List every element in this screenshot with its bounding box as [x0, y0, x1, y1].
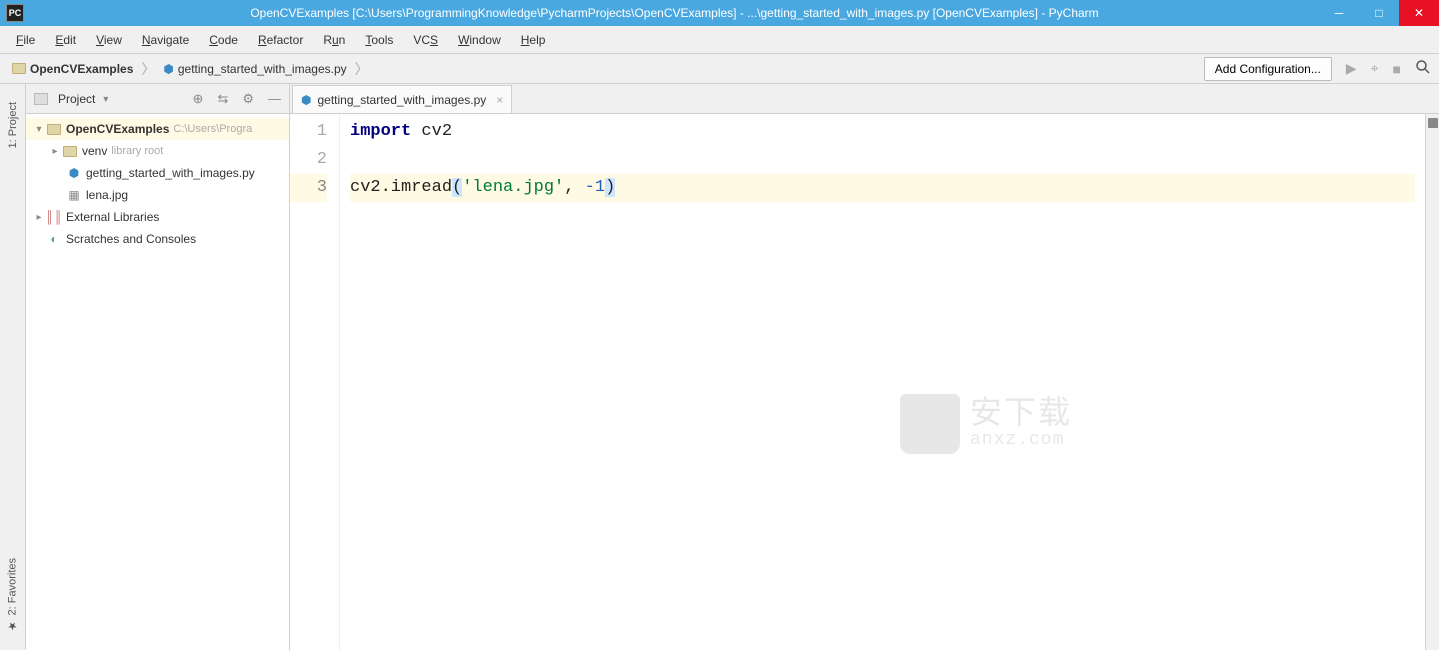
debug-icon[interactable]: ⌖: [1371, 60, 1379, 77]
tree-root[interactable]: ▾ OpenCVExamples C:\Users\Progra: [26, 118, 289, 140]
menu-refactor[interactable]: Refactor: [250, 30, 311, 50]
tree-file-py-label: getting_started_with_images.py: [86, 166, 255, 180]
code-line-current[interactable]: cv2.imread('lena.jpg', -1): [350, 174, 1415, 202]
libraries-icon: ║║: [46, 210, 62, 224]
window-title: OpenCVExamples [C:\Users\ProgrammingKnow…: [30, 6, 1319, 20]
close-tab-icon[interactable]: ×: [496, 93, 503, 107]
tree-ext-lib-label: External Libraries: [66, 210, 159, 224]
menu-navigate[interactable]: Navigate: [134, 30, 197, 50]
tree-scratches[interactable]: ◐ Scratches and Consoles: [26, 228, 289, 250]
line-number: 1: [290, 118, 327, 146]
tree-root-label: OpenCVExamples: [66, 122, 169, 136]
tree-file-py[interactable]: ⬢ getting_started_with_images.py: [26, 162, 289, 184]
menu-vcs[interactable]: VCS: [405, 30, 446, 50]
gear-icon[interactable]: ⚙: [242, 91, 254, 107]
tree-external-libraries[interactable]: ▸ ║║ External Libraries: [26, 206, 289, 228]
run-toolbar: ▶ ⌖ ■: [1346, 59, 1431, 78]
breadcrumb-project-label: OpenCVExamples: [30, 62, 133, 76]
search-icon[interactable]: [1415, 59, 1431, 78]
app-icon: PC: [6, 4, 24, 22]
minimize-button[interactable]: ─: [1319, 0, 1359, 26]
code-line[interactable]: import cv2: [350, 118, 1415, 146]
folder-icon: [12, 63, 26, 74]
chevron-right-icon: 〉: [139, 59, 157, 79]
editor-tabs: ⬢ getting_started_with_images.py ×: [290, 84, 1439, 114]
navigation-bar: OpenCVExamples 〉 ⬢ getting_started_with_…: [0, 54, 1439, 84]
python-file-icon: ⬢: [163, 62, 173, 76]
close-button[interactable]: ✕: [1399, 0, 1439, 26]
sidebar-favorites-label: 2: Favorites: [7, 558, 19, 615]
hide-icon[interactable]: —: [268, 91, 281, 106]
tree-venv[interactable]: ▸ venv library root: [26, 140, 289, 162]
star-icon: ★: [6, 619, 19, 632]
editor-right-gutter[interactable]: [1425, 114, 1439, 650]
menu-edit[interactable]: Edit: [47, 30, 84, 50]
line-number: 3: [290, 174, 327, 202]
menu-window[interactable]: Window: [450, 30, 509, 50]
tree-venv-label: venv: [82, 144, 107, 158]
editor-tab-label: getting_started_with_images.py: [317, 93, 486, 107]
editor-tab[interactable]: ⬢ getting_started_with_images.py ×: [292, 85, 512, 113]
project-panel: Project ▼ ⊕ ⇆ ⚙ — ▾ OpenCVExamples C:\Us…: [26, 84, 290, 650]
stop-icon[interactable]: ■: [1393, 61, 1401, 77]
breadcrumb-file[interactable]: ⬢ getting_started_with_images.py: [159, 60, 350, 78]
expand-arrow-icon[interactable]: ▸: [48, 146, 62, 157]
locate-icon[interactable]: ⊕: [193, 91, 204, 107]
menu-run[interactable]: Run: [315, 30, 353, 50]
chevron-right-icon: 〉: [353, 59, 371, 79]
left-tool-strip: 1: Project ★ 2: Favorites: [0, 84, 26, 650]
tree-root-hint: C:\Users\Progra: [173, 123, 252, 135]
sidebar-tab-favorites[interactable]: ★ 2: Favorites: [4, 552, 21, 638]
folder-icon: [62, 146, 78, 157]
code-line[interactable]: [350, 146, 1415, 174]
menu-bar: File Edit View Navigate Code Refactor Ru…: [0, 26, 1439, 54]
menu-view[interactable]: View: [88, 30, 130, 50]
folder-icon: [46, 124, 62, 135]
python-file-icon: ⬢: [301, 93, 311, 107]
project-tree: ▾ OpenCVExamples C:\Users\Progra ▸ venv …: [26, 114, 289, 254]
tree-scratches-label: Scratches and Consoles: [66, 232, 196, 246]
scratches-icon: ◐: [46, 232, 62, 246]
python-file-icon: ⬢: [66, 166, 82, 180]
code-editor[interactable]: 1 2 3 import cv2 cv2.imread('lena.jpg', …: [290, 114, 1439, 650]
tree-venv-hint: library root: [111, 145, 163, 157]
panel-title: Project: [58, 92, 95, 106]
menu-file[interactable]: File: [8, 30, 43, 50]
chevron-down-icon[interactable]: ▼: [101, 94, 110, 104]
maximize-button[interactable]: □: [1359, 0, 1399, 26]
expand-icon[interactable]: ⇆: [217, 91, 228, 107]
line-number: 2: [290, 146, 327, 174]
tree-file-image-label: lena.jpg: [86, 188, 128, 202]
sidebar-tab-project[interactable]: 1: Project: [5, 96, 21, 154]
menu-code[interactable]: Code: [201, 30, 246, 50]
panel-icon: [34, 93, 48, 105]
main-area: 1: Project ★ 2: Favorites Project ▼ ⊕ ⇆ …: [0, 84, 1439, 650]
window-controls: ─ □ ✕: [1319, 0, 1439, 26]
line-number-gutter: 1 2 3: [290, 114, 340, 650]
menu-tools[interactable]: Tools: [357, 30, 401, 50]
run-icon[interactable]: ▶: [1346, 60, 1357, 77]
add-configuration-button[interactable]: Add Configuration...: [1204, 57, 1332, 81]
image-file-icon: ▦: [66, 188, 82, 202]
expand-arrow-icon[interactable]: ▸: [32, 212, 46, 223]
breadcrumb-file-label: getting_started_with_images.py: [178, 62, 347, 76]
breadcrumb-project[interactable]: OpenCVExamples: [8, 60, 137, 78]
editor-area: ⬢ getting_started_with_images.py × 1 2 3…: [290, 84, 1439, 650]
project-panel-header: Project ▼ ⊕ ⇆ ⚙ —: [26, 84, 289, 114]
code-content[interactable]: import cv2 cv2.imread('lena.jpg', -1): [340, 114, 1425, 650]
menu-help[interactable]: Help: [513, 30, 554, 50]
tree-file-image[interactable]: ▦ lena.jpg: [26, 184, 289, 206]
analysis-marker-icon: [1428, 118, 1438, 128]
expand-arrow-icon[interactable]: ▾: [32, 124, 46, 135]
title-bar: PC OpenCVExamples [C:\Users\ProgrammingK…: [0, 0, 1439, 26]
breadcrumb: OpenCVExamples 〉 ⬢ getting_started_with_…: [8, 59, 371, 79]
